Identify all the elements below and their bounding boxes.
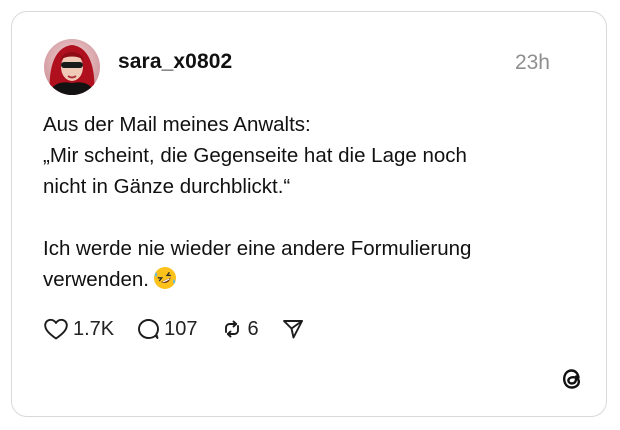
share-button[interactable] xyxy=(281,317,305,341)
post-line: Ich werde nie wieder eine andere Formuli… xyxy=(43,237,472,260)
avatar[interactable] xyxy=(44,39,100,95)
comment-bubble-icon xyxy=(136,317,160,341)
post-line-last: verwenden. xyxy=(43,264,563,299)
send-icon xyxy=(281,317,305,341)
post-line: „Mir scheint, die Gegenseite hat die Lag… xyxy=(43,144,467,167)
repost-icon xyxy=(220,317,244,341)
heart-icon xyxy=(43,317,69,341)
action-bar: 1.7K 107 6 xyxy=(43,314,327,344)
post-line: Aus der Mail meines Anwalts: xyxy=(43,113,311,136)
repost-count: 6 xyxy=(247,317,259,340)
username[interactable]: sara_x0802 xyxy=(118,50,232,74)
like-button[interactable]: 1.7K xyxy=(43,317,114,341)
post-card: sara_x0802 23h Aus der Mail meines Anwal… xyxy=(11,11,607,417)
post-body: Aus der Mail meines Anwalts: „Mir schein… xyxy=(43,109,563,299)
threads-logo-icon[interactable] xyxy=(558,365,586,393)
reply-button[interactable]: 107 xyxy=(136,317,198,341)
rolling-on-the-floor-laughing-icon xyxy=(153,266,177,299)
like-count: 1.7K xyxy=(73,317,115,340)
post-line: nicht in Gänze durchblickt.“ xyxy=(43,175,291,198)
post-line: verwenden. xyxy=(43,268,149,291)
reply-count: 107 xyxy=(164,317,198,340)
repost-button[interactable]: 6 xyxy=(220,317,259,341)
timestamp: 23h xyxy=(514,51,550,74)
